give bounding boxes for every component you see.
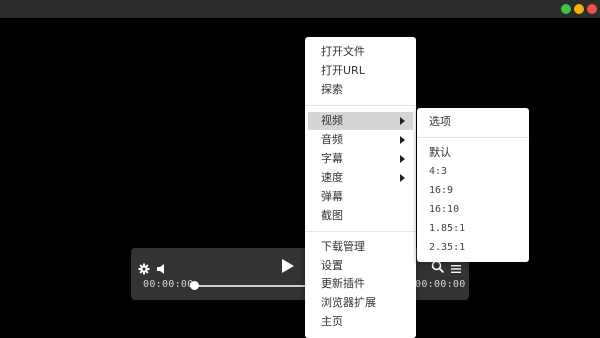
menu-item-speed[interactable]: 速度: [308, 169, 413, 187]
play-icon[interactable]: [280, 258, 296, 274]
menu-item-browser-extension[interactable]: 浏览器扩展: [308, 294, 413, 312]
submenu-item-1-85-1[interactable]: 1.85:1: [429, 221, 465, 237]
menu-item-label: 弹幕: [321, 190, 343, 203]
menu-separator: [305, 231, 416, 232]
submenu-item-16-9[interactable]: 16:9: [429, 183, 453, 199]
context-menu: 打开文件 打开URL 探索 视频 音频 字幕 速度 弹幕 截图 下载管理 设置 …: [305, 37, 416, 338]
menu-item-settings[interactable]: 设置: [308, 257, 413, 275]
menu-separator: [417, 137, 529, 138]
current-time: 00:00:00: [143, 279, 194, 290]
menu-item-homepage[interactable]: 主页: [308, 313, 413, 331]
menu-item-screenshot[interactable]: 截图: [308, 207, 413, 225]
submenu-arrow-icon: [400, 174, 405, 182]
menu-item-open-file[interactable]: 打开文件: [308, 43, 413, 61]
submenu-header: 选项: [429, 115, 451, 128]
menu-item-explore[interactable]: 探索: [308, 81, 413, 99]
menu-item-video[interactable]: 视频: [308, 112, 413, 130]
menu-separator: [305, 105, 416, 106]
menu-item-label: 速度: [321, 171, 343, 184]
menu-item-danmaku[interactable]: 弹幕: [308, 188, 413, 206]
submenu-item-4-3[interactable]: 4:3: [429, 164, 447, 180]
menu-item-label: 主页: [321, 315, 343, 328]
menu-item-subtitles[interactable]: 字幕: [308, 150, 413, 168]
seek-handle[interactable]: [190, 281, 199, 290]
gear-icon[interactable]: [138, 260, 150, 275]
submenu-arrow-icon: [400, 155, 405, 163]
menu-item-update-plugins[interactable]: 更新插件: [308, 275, 413, 293]
volume-icon[interactable]: [156, 260, 168, 274]
submenu-item-2-35-1[interactable]: 2.35:1: [429, 240, 465, 256]
menu-item-label: 打开文件: [321, 45, 365, 58]
menu-item-label: 浏览器扩展: [321, 296, 376, 309]
menu-item-label: 下载管理: [321, 240, 365, 253]
menu-item-label: 截图: [321, 209, 343, 222]
submenu-arrow-icon: [400, 136, 405, 144]
title-bar: [0, 0, 600, 18]
menu-item-audio[interactable]: 音频: [308, 131, 413, 149]
window-minimize-button[interactable]: [574, 4, 584, 14]
menu-item-label: 音频: [321, 133, 343, 146]
window-zoom-button[interactable]: [561, 4, 571, 14]
menu-item-label: 打开URL: [321, 64, 365, 77]
submenu-arrow-icon: [400, 117, 405, 125]
menu-item-label: 设置: [321, 259, 343, 272]
menu-item-label: 视频: [321, 114, 343, 127]
window-close-button[interactable]: [587, 4, 597, 14]
menu-item-open-url[interactable]: 打开URL: [308, 62, 413, 80]
video-submenu: 选项 默认 4:3 16:9 16:10 1.85:1 2.35:1: [417, 108, 529, 262]
menu-item-label: 探索: [321, 83, 343, 96]
submenu-item-16-10[interactable]: 16:10: [429, 202, 459, 218]
menu-item-label: 更新插件: [321, 277, 365, 290]
menu-item-label: 字幕: [321, 152, 343, 165]
menu-item-downloads[interactable]: 下载管理: [308, 238, 413, 256]
submenu-item-default[interactable]: 默认: [429, 145, 451, 161]
total-time: 00:00:00: [415, 279, 466, 290]
